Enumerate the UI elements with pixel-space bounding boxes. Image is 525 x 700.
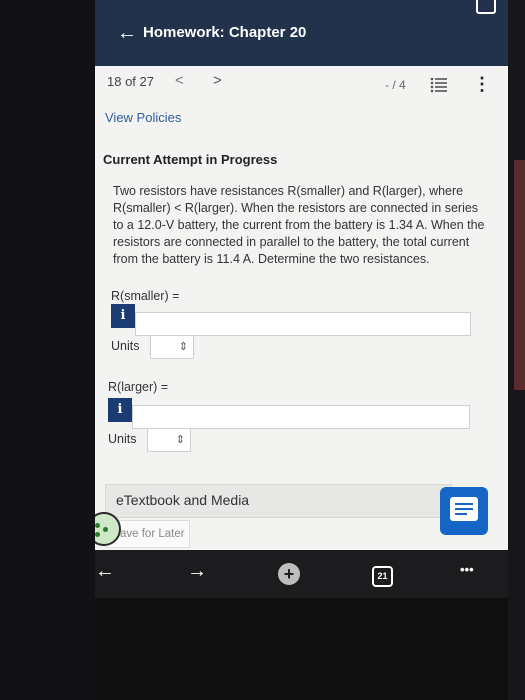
tab-count-icon[interactable]: 21 [372, 566, 393, 587]
new-tab-icon[interactable]: + [278, 563, 300, 585]
answer-label-smaller: R(smaller) = [111, 289, 180, 303]
view-policies-link[interactable]: View Policies [105, 110, 181, 125]
page-title: Homework: Chapter 20 [143, 24, 307, 41]
chat-icon [450, 497, 478, 521]
units-select-larger[interactable]: ⇕ [147, 428, 191, 452]
etextbook-label: eTextbook and Media [116, 492, 250, 508]
background-edge [514, 160, 525, 390]
question-navigation: 18 of 27 < > - / 4 ⋮ [95, 66, 508, 106]
browser-back-icon[interactable]: ← [95, 560, 115, 583]
units-label: Units [108, 432, 137, 446]
next-question-button[interactable]: > [213, 72, 222, 89]
previous-question-button[interactable]: < [175, 72, 184, 89]
chevron-updown-icon: ⇕ [175, 434, 185, 446]
answer-label-larger: R(larger) = [108, 380, 169, 394]
more-options-icon[interactable]: ⋮ [473, 74, 491, 95]
back-arrow-icon[interactable]: ← [117, 20, 137, 46]
header-bar: ← Homework: Chapter 20 [95, 0, 508, 66]
app-screen: ← Homework: Chapter 20 18 of 27 < > - / … [95, 0, 508, 598]
units-label: Units [111, 339, 140, 353]
window-icon[interactable] [476, 0, 496, 14]
attempt-status: Current Attempt in Progress [103, 152, 278, 167]
info-icon[interactable]: i [108, 398, 132, 422]
browser-menu-icon[interactable]: ••• [460, 562, 474, 577]
chat-button[interactable] [440, 487, 488, 535]
device-bezel-left [0, 0, 95, 700]
r-smaller-input[interactable] [135, 312, 471, 336]
list-icon[interactable] [430, 76, 448, 94]
chevron-updown-icon: ⇕ [178, 341, 188, 353]
units-select-smaller[interactable]: ⇕ [150, 335, 194, 359]
question-position: 18 of 27 [107, 74, 154, 89]
browser-forward-icon[interactable]: → [187, 560, 207, 583]
etextbook-panel[interactable]: eTextbook and Media [105, 484, 452, 518]
info-icon[interactable]: i [111, 304, 135, 328]
browser-toolbar: ← → + 21 ••• [95, 550, 508, 598]
score-display: - / 4 [385, 78, 406, 92]
r-larger-input[interactable] [132, 405, 470, 429]
question-text: Two resistors have resistances R(smaller… [113, 184, 485, 266]
